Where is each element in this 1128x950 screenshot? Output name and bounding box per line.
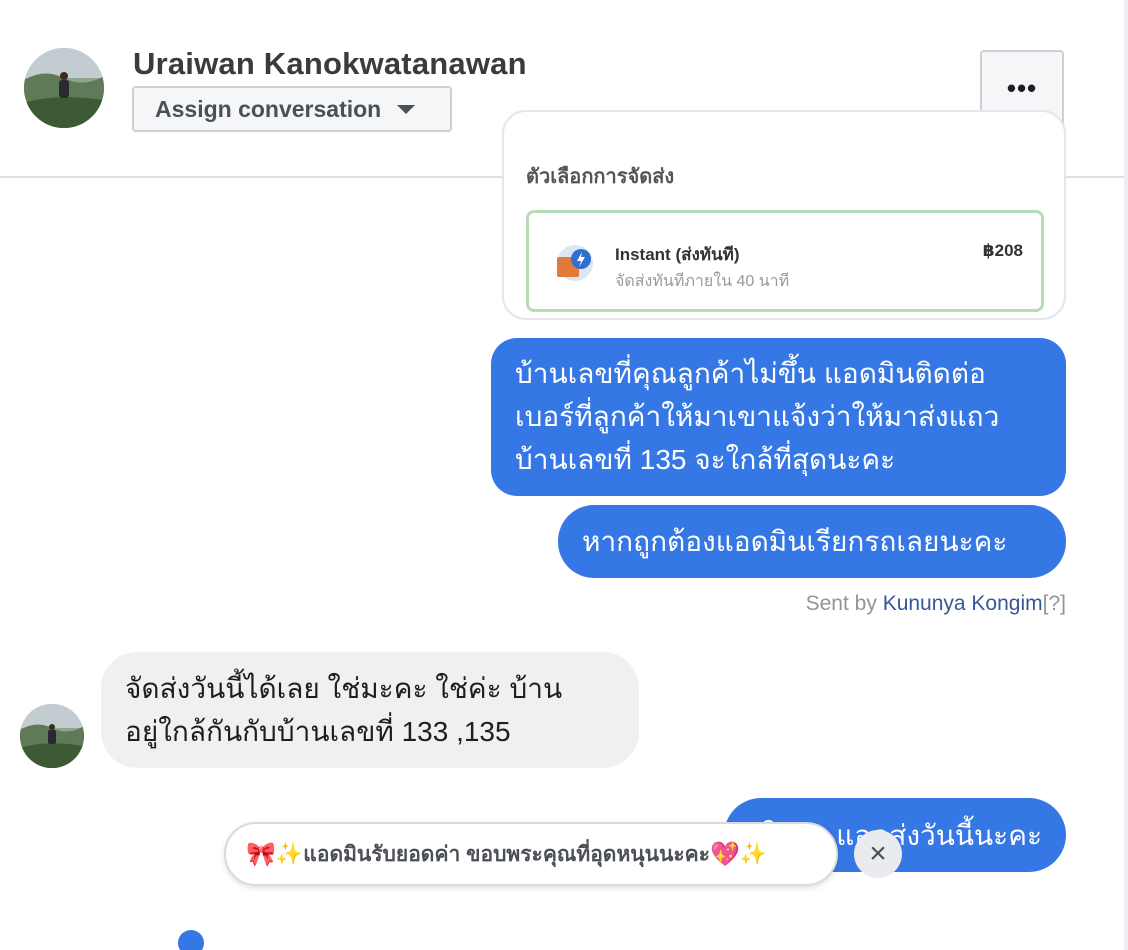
ribbon-icon: 🎀 <box>246 840 276 868</box>
message-line: จัดส่งวันนี้ได้เลย ใช่มะคะ ใช่ค่ะ บ้าน <box>125 673 563 704</box>
card-title: ตัวเลือกการจัดส่ง <box>526 166 675 188</box>
incoming-message[interactable]: จัดส่งวันนี้ได้เลย ใช่มะคะ ใช่ค่ะ บ้าน อ… <box>101 652 639 768</box>
sent-by-label: Sent by Kununya Kongim[?] <box>806 592 1066 616</box>
sparkling-heart-icon: 💖 <box>709 840 740 868</box>
message-line: อยู่ใกล้กันกับบ้านเลขที่ 133 ,135 <box>125 716 511 747</box>
dismiss-suggestion-button[interactable]: × <box>854 830 902 878</box>
assign-conversation-button[interactable]: Assign conversation <box>132 86 452 132</box>
message-line: เบอร์ที่ลูกค้าให้มาเขาแจ้งว่าให้มาส่งแถว <box>515 401 1000 432</box>
message-indicator <box>178 930 204 950</box>
sparkles-icon: ✨ <box>275 841 304 866</box>
outgoing-message[interactable]: บ้านเลขที่คุณลูกค้าไม่ขึ้น แอดมินติดต่อ … <box>491 338 1066 496</box>
delivery-option-price: ฿208 <box>982 241 1023 260</box>
assign-conversation-label: Assign conversation <box>155 95 382 122</box>
saved-reply-text: แอดมินรับยอดค่า ขอบพระคุณที่อุดหนุนนะคะ <box>303 842 710 866</box>
messenger-conversation: Uraiwan Kanokwatanawan Assign conversati… <box>0 0 1128 950</box>
shared-delivery-card[interactable]: ตัวเลือกการจัดส่ง Instant (ส่งทันที) จัด… <box>502 110 1066 320</box>
saved-reply-suggestion[interactable]: 🎀 ✨ แอดมินรับยอดค่า ขอบพระคุณที่อุดหนุนน… <box>224 822 838 886</box>
delivery-option-title: Instant (ส่งทันที) <box>615 245 740 264</box>
sparkles-icon: ✨ <box>739 841 768 866</box>
outgoing-message[interactable]: หากถูกต้องแอดมินเรียกรถเลยนะคะ <box>558 505 1066 578</box>
caret-down-icon <box>397 104 416 114</box>
sender-name-link[interactable]: Kununya Kongim <box>883 592 1043 615</box>
contact-avatar-small[interactable] <box>20 704 84 768</box>
delivery-box-icon <box>553 243 597 283</box>
scrollbar-track[interactable] <box>1124 0 1128 950</box>
message-text: หากถูกต้องแอดมินเรียกรถเลยนะคะ <box>582 526 1008 557</box>
ellipsis-icon: ••• <box>1006 73 1038 103</box>
delivery-option-subtitle: จัดส่งทันทีภายใน 40 นาที <box>615 273 790 290</box>
message-line: บ้านเลขที่ 135 จะใกล้ที่สุดนะคะ <box>515 444 896 475</box>
delivery-option: Instant (ส่งทันที) จัดส่งทันทีภายใน 40 น… <box>526 210 1044 312</box>
close-icon: × <box>869 837 887 870</box>
contact-name[interactable]: Uraiwan Kanokwatanawan <box>133 46 527 82</box>
contact-avatar[interactable] <box>24 48 104 128</box>
message-line: บ้านเลขที่คุณลูกค้าไม่ขึ้น แอดมินติดต่อ <box>515 358 986 389</box>
sent-by-help-link[interactable]: [?] <box>1043 592 1066 615</box>
sent-by-prefix: Sent by <box>805 592 883 615</box>
